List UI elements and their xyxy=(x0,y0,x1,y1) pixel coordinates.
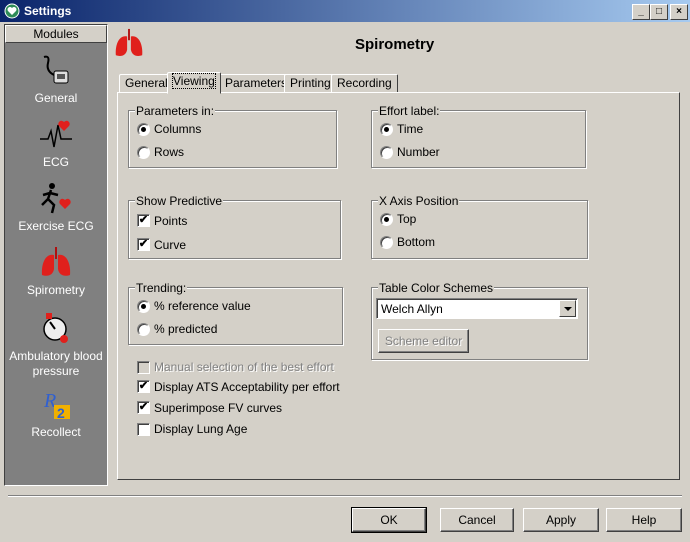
separator xyxy=(8,495,682,497)
sidebar-item-general[interactable]: General xyxy=(5,53,107,105)
radio-number[interactable] xyxy=(380,146,393,159)
sidebar-item-ambulatory-bp[interactable]: Ambulatory blood pressure xyxy=(5,311,107,379)
group-title: Table Color Schemes xyxy=(378,281,495,295)
ok-button[interactable]: OK xyxy=(351,507,427,533)
tab-parameters[interactable]: Parameters xyxy=(219,74,294,93)
checkbox-superimpose-fv[interactable]: ✔ xyxy=(137,401,150,414)
blood-pressure-icon xyxy=(43,313,68,343)
checkbox-points[interactable]: ✔ xyxy=(137,214,150,227)
tab-label: Viewing xyxy=(172,73,216,89)
radio-columns[interactable] xyxy=(137,123,150,136)
radio-label: % predicted xyxy=(154,322,218,336)
checkbox-manual-selection[interactable] xyxy=(137,361,150,374)
radio-label: Number xyxy=(397,145,440,159)
group-title: Show Predictive xyxy=(135,194,224,208)
radio-predicted[interactable] xyxy=(137,323,150,336)
radio-label: Bottom xyxy=(397,235,436,249)
probe-icon xyxy=(43,55,69,84)
radio-bottom[interactable] xyxy=(380,236,393,249)
recollect-icon: R 2 xyxy=(43,390,70,421)
select-value: Welch Allyn xyxy=(381,302,443,316)
modules-sidebar: Modules General ECG Exercise ECG Spirome… xyxy=(4,24,108,486)
parameters-in-group xyxy=(128,110,337,168)
effort-label-group xyxy=(371,110,586,168)
help-button[interactable]: Help xyxy=(606,508,682,532)
svg-text:2: 2 xyxy=(57,405,65,421)
sidebar-item-label: General xyxy=(34,91,78,105)
group-title: Parameters in: xyxy=(135,104,216,118)
spirometry-lungs-icon xyxy=(115,28,143,56)
minimize-button[interactable]: _ xyxy=(632,4,650,20)
checkbox-label: Display ATS Acceptability per effort xyxy=(154,380,340,394)
radio-top[interactable] xyxy=(380,213,393,226)
ecg-heart-icon xyxy=(40,120,72,148)
tab-general[interactable]: General xyxy=(119,74,174,93)
radio-rows[interactable] xyxy=(137,146,150,159)
radio-label: Time xyxy=(397,122,424,136)
radio-time[interactable] xyxy=(380,123,393,136)
chevron-down-icon[interactable] xyxy=(559,300,576,317)
checkbox-label: Curve xyxy=(154,238,187,252)
sidebar-item-label: ECG xyxy=(42,155,69,169)
close-button[interactable]: × xyxy=(670,4,688,20)
trending-group xyxy=(128,287,343,345)
modules-header: Modules xyxy=(5,25,107,43)
checkbox-label: Points xyxy=(154,214,188,228)
cancel-button[interactable]: Cancel xyxy=(440,508,514,532)
app-heart-icon xyxy=(4,3,20,19)
checkbox-label: Display Lung Age xyxy=(154,422,248,436)
tab-label: Printing xyxy=(290,76,331,90)
tab-printing[interactable]: Printing xyxy=(284,74,337,93)
sidebar-item-spirometry[interactable]: Spirometry xyxy=(5,245,107,297)
sidebar-item-label: Spirometry xyxy=(26,283,85,297)
color-scheme-select[interactable]: Welch Allyn xyxy=(376,298,578,319)
page-title: Spirometry xyxy=(355,36,435,53)
tab-label: Parameters xyxy=(225,76,288,90)
checkbox-lung-age[interactable] xyxy=(137,423,150,436)
sidebar-item-label: Ambulatory blood pressure xyxy=(9,349,103,378)
scheme-editor-button[interactable]: Scheme editor xyxy=(378,329,469,353)
apply-button[interactable]: Apply xyxy=(523,508,599,532)
tab-label: Recording xyxy=(337,76,392,90)
checkbox-curve[interactable]: ✔ xyxy=(137,238,150,251)
sidebar-item-label: Exercise ECG xyxy=(18,219,94,233)
sidebar-item-ecg[interactable]: ECG xyxy=(5,117,107,169)
checkbox-label: Superimpose FV curves xyxy=(154,401,283,415)
group-title: Effort label: xyxy=(378,104,441,118)
radio-label: Rows xyxy=(154,145,185,159)
group-title: X Axis Position xyxy=(378,194,460,208)
maximize-button[interactable]: □ xyxy=(650,4,668,20)
title-bar[interactable]: Settings _ □ × xyxy=(0,0,690,22)
tab-label: General xyxy=(125,76,168,90)
tab-recording[interactable]: Recording xyxy=(331,74,398,93)
lungs-icon xyxy=(41,247,71,276)
radio-label: Top xyxy=(397,212,417,226)
radio-reference-value[interactable] xyxy=(137,300,150,313)
sidebar-item-recollect[interactable]: R 2 Recollect xyxy=(5,387,107,439)
x-axis-position-group xyxy=(371,200,588,259)
sidebar-item-exercise-ecg[interactable]: Exercise ECG xyxy=(5,181,107,233)
group-title: Trending: xyxy=(135,281,188,295)
runner-icon xyxy=(41,183,71,214)
window-title: Settings xyxy=(24,4,72,18)
radio-label: Columns xyxy=(154,122,202,136)
checkbox-label: Manual selection of the best effort xyxy=(154,360,334,374)
tab-viewing[interactable]: Viewing xyxy=(167,72,221,94)
sidebar-item-label: Recollect xyxy=(31,425,81,439)
checkbox-ats-acceptability[interactable]: ✔ xyxy=(137,380,150,393)
radio-label: % reference value xyxy=(154,299,251,313)
